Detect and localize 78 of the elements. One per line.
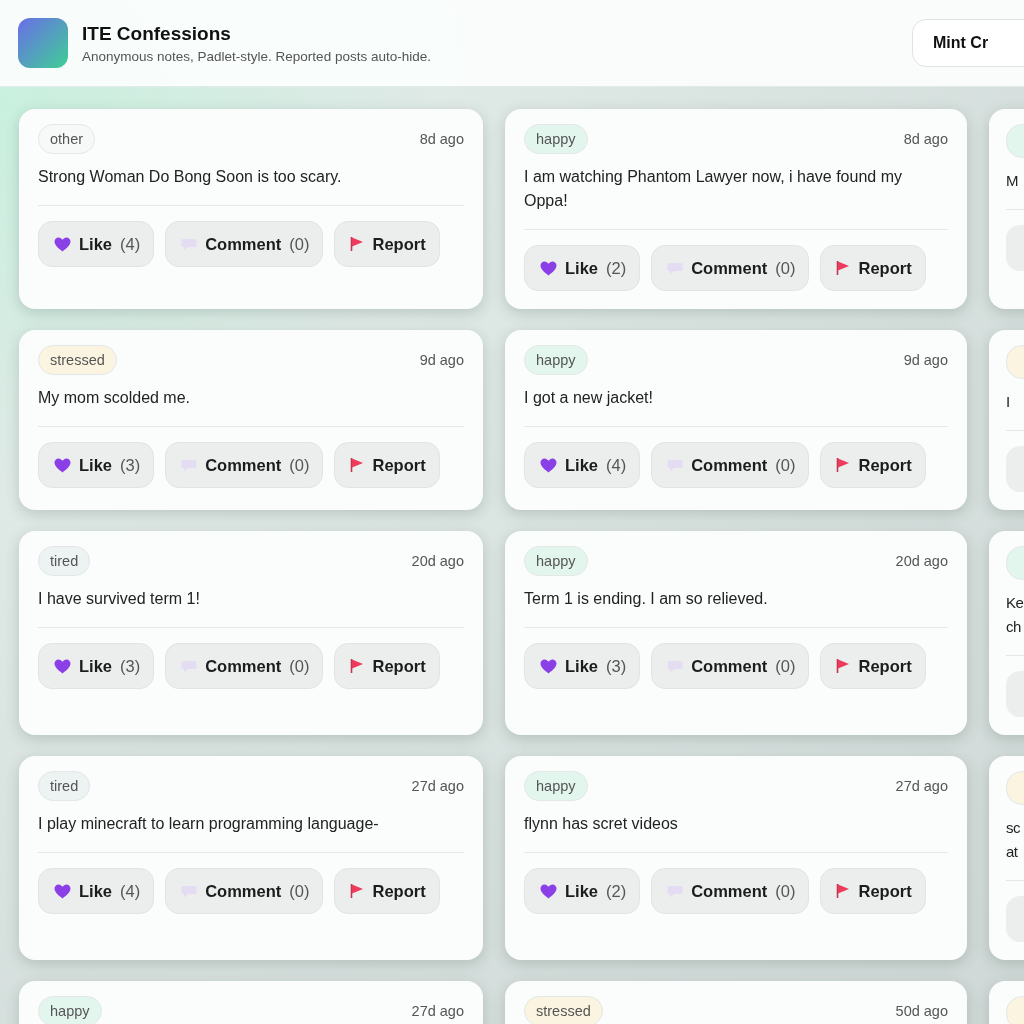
post-time: 8d ago [903,131,948,147]
flag-icon [350,658,365,674]
report-button[interactable]: Report [820,868,926,914]
heart-icon [540,658,557,674]
like-button[interactable]: Like (4) [38,221,155,267]
comment-button[interactable]: Comment (0) [165,221,324,267]
mood-tag: happy [524,345,588,375]
post-time: 27d ago [411,1003,464,1019]
heart-icon [54,658,71,674]
post-time: 8d ago [419,131,464,147]
mood-tag: other [38,124,96,154]
flag-icon [836,883,851,899]
like-button[interactable]: Like (3) [38,442,155,488]
heart-icon [54,236,71,252]
post-text: I play minecraft to learn programming language- [38,814,380,834]
report-button[interactable]: Report [334,868,440,914]
report-button[interactable]: Report [334,442,440,488]
flag-icon [836,260,851,276]
mood-tag: happy [524,546,588,576]
mood-tag: stressed [524,996,603,1024]
report-button[interactable]: Report [334,221,440,267]
like-button[interactable]: Like (3) [524,643,641,689]
post-time: 9d ago [419,352,464,368]
flag-icon [836,457,851,473]
like-button[interactable]: Like (3) [38,643,155,689]
like-button[interactable]: Like (2) [524,245,641,291]
like-button[interactable]: Like (2) [524,868,641,914]
comment-button[interactable]: Comment (0) [165,868,324,914]
post-text: sc [1006,818,1020,838]
heart-icon [540,883,557,899]
comment-button[interactable]: Comment (0) [165,643,324,689]
mood-tag: tired [38,546,91,576]
post-time: 9d ago [903,352,948,368]
post-text: I got a new jacket! [524,388,654,408]
post-time: 20d ago [895,553,948,569]
flag-icon [350,236,365,252]
post-text: Strong Woman Do Bong Soon is too scary. [38,167,343,187]
post-text: at [1006,842,1018,862]
report-button[interactable]: Report [820,643,926,689]
comment-button[interactable]: Comment (0) [165,442,324,488]
post-text: My mom scolded me. [38,388,192,408]
post-time: 27d ago [411,778,464,794]
post-text: Ke [1006,593,1024,613]
mood-tag: happy [524,771,588,801]
heart-icon [54,883,71,899]
app-title: ITE Confessions [82,22,232,45]
comment-button[interactable]: Comment (0) [651,245,810,291]
post-text: M [1006,171,1018,191]
post-time: 20d ago [411,553,464,569]
post-text: ch [1006,617,1021,637]
mood-tag: tired [38,771,91,801]
flag-icon [350,457,365,473]
comment-button[interactable]: Comment (0) [651,868,810,914]
flag-icon [350,883,365,899]
post-text: I am watching Phantom Lawyer now, i have found my Oppa! [524,167,903,211]
flag-icon [836,658,851,674]
post-text: I [1006,392,1010,412]
post-text: flynn has scret videos [524,814,679,834]
post-text: I have survived term 1! [38,589,201,609]
app-logo [18,18,68,68]
post-text: Term 1 is ending. I am so relieved. [524,589,769,609]
theme-button[interactable]: Mint Cr [912,19,1024,67]
mood-tag: stressed [38,345,117,375]
comment-button[interactable]: Comment (0) [651,643,810,689]
heart-icon [540,260,557,276]
post-time: 27d ago [895,778,948,794]
post-time: 50d ago [895,1003,948,1019]
app-subtitle: Anonymous notes, Padlet-style. Reported posts auto-hide. [82,48,432,64]
comment-button[interactable]: Comment (0) [651,442,810,488]
like-button[interactable]: Like (4) [38,868,155,914]
heart-icon [540,457,557,473]
report-button[interactable]: Report [334,643,440,689]
like-button[interactable]: Like (4) [524,442,641,488]
mood-tag: happy [38,996,102,1024]
report-button[interactable]: Report [820,442,926,488]
heart-icon [54,457,71,473]
mood-tag: happy [524,124,588,154]
report-button[interactable]: Report [820,245,926,291]
